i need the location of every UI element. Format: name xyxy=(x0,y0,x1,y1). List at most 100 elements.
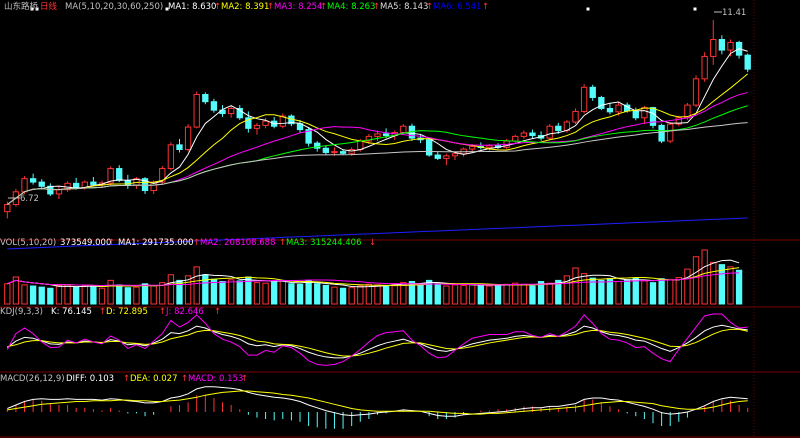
volume-bar xyxy=(727,266,734,305)
indicator-value: MA1: 291735.000 xyxy=(118,238,194,248)
up-candle xyxy=(615,104,622,113)
volume-bar xyxy=(451,284,459,305)
volume-bar xyxy=(546,282,553,305)
up-candle xyxy=(193,94,200,128)
up-candle xyxy=(701,55,708,80)
up-candle xyxy=(580,86,588,112)
volume-bar xyxy=(701,249,708,305)
down-candle xyxy=(29,178,37,183)
volume-bar xyxy=(322,284,330,305)
signal-dot xyxy=(693,7,697,11)
volume-bar xyxy=(124,287,132,305)
volume-bar xyxy=(641,280,648,305)
up-candle xyxy=(21,178,28,193)
indicator-value: D: 72.895 xyxy=(106,307,148,317)
volume-bar xyxy=(116,284,123,305)
down-candle xyxy=(382,133,390,137)
volume-bar xyxy=(150,284,157,305)
volume-bar xyxy=(477,284,484,305)
volume-bar xyxy=(434,283,441,305)
ma30-line xyxy=(7,105,748,205)
up-candle xyxy=(469,146,476,150)
low-price-label: 6.72 xyxy=(20,194,39,204)
macd-panel xyxy=(6,386,749,429)
volume-bar xyxy=(382,284,390,305)
indicator-value: DEA: 0.027 xyxy=(130,374,177,384)
ma5-line xyxy=(7,48,748,205)
down-candle xyxy=(658,124,665,142)
up-candle xyxy=(253,124,261,129)
indicator-value: MA3: 315244.406 xyxy=(286,238,362,248)
kdj-panel xyxy=(6,313,748,366)
volume-bar xyxy=(710,261,717,305)
kdj-values: K: 76.145 ↑ D: 72.895 ↑ J: 82.646 ↑ xyxy=(51,307,221,317)
volume-bar xyxy=(64,284,71,305)
up-candle xyxy=(667,123,674,142)
volume-bar xyxy=(443,285,450,305)
up-candle xyxy=(167,144,175,170)
indicator-value: MACD: 0.153 xyxy=(188,374,243,384)
signal-dot xyxy=(586,7,590,11)
volume-bar xyxy=(615,281,622,305)
down-candle xyxy=(176,144,183,151)
volume-bar xyxy=(649,282,657,305)
vol-arrow: ↑ xyxy=(108,238,115,248)
vol-header: VOL(5,10,20) xyxy=(0,238,56,248)
volume-bar xyxy=(305,279,312,305)
volume-bar xyxy=(520,283,528,305)
up-candle xyxy=(4,204,11,213)
macd-header: MACD(26,12,9) xyxy=(0,374,65,384)
volume-bar xyxy=(331,286,338,305)
volume-bar xyxy=(236,280,243,305)
volume-bar xyxy=(339,287,347,305)
volume-bar xyxy=(314,283,321,305)
up-candle xyxy=(486,145,493,148)
up-candle xyxy=(184,126,192,150)
down-candle xyxy=(434,154,441,159)
macd-values: DIFF: 0.103 ↑ DEA: 0.027 ↑ MACD: 0.153↑ xyxy=(66,374,248,384)
down-candle xyxy=(632,110,639,119)
volume-bar xyxy=(167,274,175,305)
volume-bar xyxy=(494,284,502,305)
indicator-arrow: ↑ xyxy=(214,307,221,317)
volume-bar xyxy=(219,281,226,305)
down-candle xyxy=(90,181,97,186)
volume-bar xyxy=(227,279,235,305)
volume-bar xyxy=(357,285,364,305)
volume-bar xyxy=(623,279,631,305)
up-candle xyxy=(357,140,364,151)
volume-bar xyxy=(503,283,510,305)
up-candle xyxy=(400,125,407,134)
volume-bar xyxy=(632,277,639,305)
volume-bar xyxy=(486,285,493,305)
volume-bar xyxy=(374,284,381,305)
volume-bar xyxy=(735,269,743,305)
kdj-j-line xyxy=(6,313,748,366)
indicator-arrow: ↓ xyxy=(369,238,376,248)
volume-bar xyxy=(288,283,295,305)
vol-ma-values: MA1: 291735.000 ↑ MA2: 208108.688 ↑ MA3: 315… xyxy=(118,238,376,248)
indicator-value: K: 76.145 xyxy=(51,307,92,317)
down-candle xyxy=(73,182,80,189)
up-candle xyxy=(641,107,648,119)
chart-grid xyxy=(0,0,800,438)
volume-bar xyxy=(29,285,37,305)
indicator-arrow: ↑ xyxy=(482,2,489,12)
down-candle xyxy=(38,181,45,187)
indicator-value: MA6: 6.541 xyxy=(433,2,481,12)
high-price-label: 11.41 xyxy=(722,8,746,18)
volume-bar xyxy=(667,279,674,305)
volume-bar xyxy=(417,283,424,305)
volume-bar xyxy=(107,279,114,305)
up-candle xyxy=(512,135,519,142)
volume-bar xyxy=(21,284,28,305)
volume-bar xyxy=(202,274,209,305)
volume-bar xyxy=(47,287,54,305)
volume-bar xyxy=(580,273,588,305)
down-candle xyxy=(124,179,132,186)
volume-bar xyxy=(271,281,278,305)
down-candle xyxy=(202,94,209,103)
volume-bar xyxy=(4,283,11,305)
down-candle xyxy=(649,107,657,126)
indicator-value: MA5: 8.143 xyxy=(380,2,428,12)
